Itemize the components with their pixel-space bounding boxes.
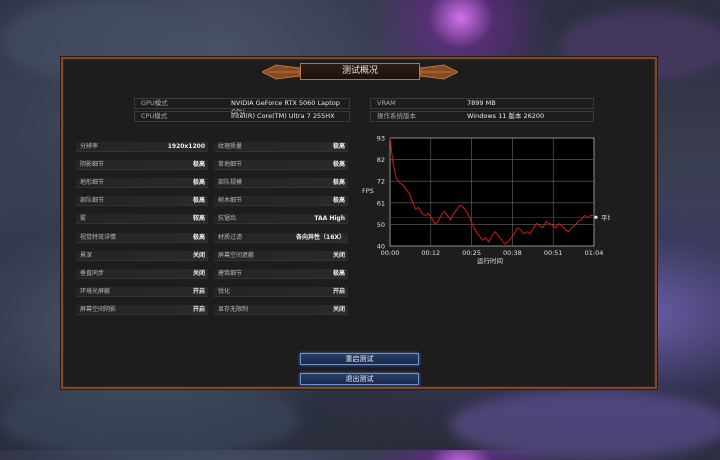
setting-label: 锐化 <box>218 287 231 295</box>
setting-label: 地形细节 <box>80 179 105 187</box>
setting-value: TAA High <box>314 215 345 223</box>
setting-value: 极高 <box>192 197 205 205</box>
setting-row: 抗锯齿 TAA High <box>214 214 348 225</box>
average-fps-marker <box>594 215 598 219</box>
setting-label: 分辨率 <box>80 143 99 150</box>
setting-row: 纹理质量 极高 <box>214 142 348 152</box>
x-tick-label: 00:51 <box>544 249 563 257</box>
setting-label: 景深 <box>80 251 93 259</box>
setting-row: 建筑细节 极高 <box>214 268 348 279</box>
setting-row: 屏幕空间阴影 开启 <box>76 304 208 315</box>
vram-label: VRAM <box>377 99 396 107</box>
setting-value: 较高 <box>192 215 205 223</box>
setting-row: 分辨率 1920x1200 <box>76 142 208 152</box>
setting-label: 部队规模 <box>218 179 243 187</box>
setting-label: 显存无限制 <box>218 305 249 313</box>
setting-value: 极高 <box>192 233 205 241</box>
os-label: 操作系统版本 <box>377 112 416 120</box>
os-info-row: 操作系统版本 Windows 11 版本 26200 <box>370 111 594 122</box>
x-tick-label: 01:04 <box>585 249 604 257</box>
setting-label: 阴影细节 <box>80 161 105 169</box>
y-axis-label: FPS <box>362 187 374 195</box>
setting-label: 屏幕空间阴影 <box>80 305 117 313</box>
x-tick-label: 00:12 <box>421 249 440 257</box>
setting-value: 开启 <box>332 287 345 295</box>
setting-label: 雾 <box>80 215 87 223</box>
x-tick-label: 00:00 <box>381 249 400 257</box>
setting-label: 部队细节 <box>80 197 105 205</box>
y-tick-label: 82 <box>377 156 385 164</box>
setting-label: 垂直同步 <box>80 269 105 277</box>
dialog-title-banner: 测试概况 <box>262 62 458 82</box>
setting-row: 雾 较高 <box>76 214 208 225</box>
setting-value: 关闭 <box>192 269 205 277</box>
setting-label: 屏幕空间遮蔽 <box>218 251 255 259</box>
setting-value: 关闭 <box>332 251 345 259</box>
setting-row: 垂直同步 关闭 <box>76 268 208 279</box>
dialog-title: 测试概况 <box>300 63 420 80</box>
setting-label: 视觉特效详情 <box>80 233 117 241</box>
y-tick-label: 93 <box>377 135 385 143</box>
vram-value: 7899 MB <box>467 99 496 107</box>
chart-plot-area <box>389 137 595 247</box>
setting-row: 显存无限制 关闭 <box>214 304 348 315</box>
setting-label: 建筑细节 <box>218 269 243 277</box>
setting-row: 屏幕空间遮蔽 关闭 <box>214 250 348 261</box>
setting-value: 极高 <box>332 197 345 205</box>
setting-row: 部队规模 极高 <box>214 178 348 189</box>
setting-label: 环境光屏蔽 <box>80 287 111 295</box>
setting-row: 环境光屏蔽 开启 <box>76 286 208 297</box>
fps-chart: 93827261504000:00 00:12 00:25 00:38 00:51 01:… <box>362 135 610 266</box>
setting-value: 极高 <box>332 143 345 150</box>
setting-value: 极高 <box>332 269 345 277</box>
cpu-info-row: CPU模式 Intel(R) Core(TM) Ultra 7 255HX <box>134 111 350 122</box>
background-rock <box>0 380 300 460</box>
x-axis-label: 运行时间 <box>477 256 503 265</box>
setting-label: 材质过滤 <box>218 233 243 241</box>
average-fps-label: 平均FPS：54.1 <box>601 213 610 222</box>
setting-label: 抗锯齿 <box>218 215 237 223</box>
x-tick-label: 00:38 <box>503 249 522 257</box>
setting-label: 纹理质量 <box>218 143 243 150</box>
setting-row: 材质过滤 各向异性（16X） <box>214 232 348 243</box>
setting-value: 关闭 <box>332 305 345 313</box>
vram-info-row: VRAM 7899 MB <box>370 98 594 109</box>
setting-value: 开启 <box>192 287 205 295</box>
cpu-label: CPU模式 <box>141 112 168 120</box>
setting-value: 开启 <box>192 305 205 313</box>
setting-value: 极高 <box>192 161 205 169</box>
setting-row: 部队细节 极高 <box>76 196 208 207</box>
setting-value: 关闭 <box>192 251 205 259</box>
setting-row: 树木细节 极高 <box>214 196 348 207</box>
setting-row: 阴影细节 极高 <box>76 160 208 171</box>
restart-test-button[interactable]: 重启测试 <box>300 353 419 365</box>
setting-label: 树木细节 <box>218 197 243 205</box>
setting-value: 极高 <box>332 179 345 187</box>
cpu-value: Intel(R) Core(TM) Ultra 7 255HX <box>231 112 335 120</box>
setting-row: 锐化 开启 <box>214 286 348 297</box>
y-tick-label: 50 <box>377 221 385 229</box>
setting-row: 景深 关闭 <box>76 250 208 261</box>
setting-value: 极高 <box>332 161 345 169</box>
setting-row: 视觉特效详情 极高 <box>76 232 208 243</box>
exit-test-button[interactable]: 退出测试 <box>300 373 419 385</box>
setting-row: 草地细节 极高 <box>214 160 348 171</box>
gpu-info-row: GPU模式 NVIDIA GeForce RTX 5060 Laptop GPU <box>134 98 350 116</box>
x-tick-label: 00:25 <box>462 249 481 257</box>
setting-row: 地形细节 极高 <box>76 178 208 189</box>
y-tick-label: 61 <box>377 199 385 207</box>
setting-label: 草地细节 <box>218 161 243 169</box>
os-value: Windows 11 版本 26200 <box>467 112 545 120</box>
y-tick-label: 72 <box>377 178 385 186</box>
gpu-label: GPU模式 <box>141 99 168 107</box>
setting-value: 极高 <box>192 179 205 187</box>
setting-value: 各向异性（16X） <box>296 233 345 241</box>
setting-value: 1920x1200 <box>167 143 205 150</box>
